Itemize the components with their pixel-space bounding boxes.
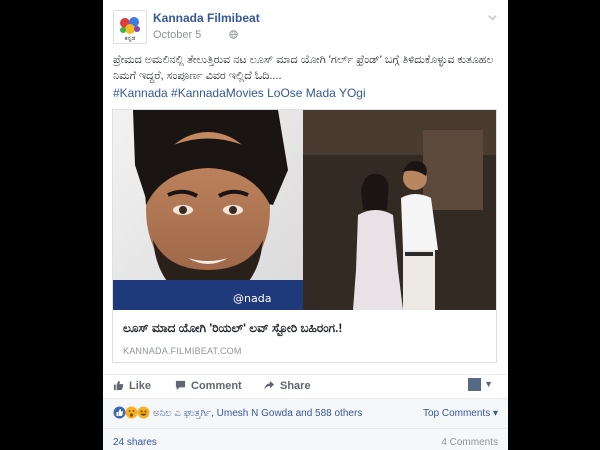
reactions-summary-text: Umesh N Gowda and 588 others xyxy=(216,408,363,419)
post-text: ಪ್ರೇಮದ ಅಮಲಿನಲ್ಲಿ ತೇಲುತ್ತಿರುವ ನಟ ಲೂಸ್ ಮಾದ… xyxy=(113,54,494,82)
actor-selector-avatar[interactable] xyxy=(468,378,481,391)
actor-selector-caret-icon[interactable]: ▼ xyxy=(484,379,493,389)
page-avatar[interactable]: ಕನ್ನಡ xyxy=(113,10,147,44)
like-label: Like xyxy=(129,380,152,392)
chevron-down-icon[interactable] xyxy=(487,12,498,23)
comment-button[interactable]: Comment xyxy=(175,380,242,392)
link-title[interactable]: ಲೂಸ್ ಮಾದ ಯೋಗಿ 'ರಿಯಲ್' ಲವ್ ಸ್ಟೋರಿ ಬಹಿರಂಗ.… xyxy=(123,321,342,336)
haha-reaction-icon xyxy=(137,406,150,419)
post-header: ಕನ್ನಡ Kannada Filmibeat October 5 xyxy=(113,10,498,46)
reaction-icons[interactable] xyxy=(113,406,151,419)
link-preview-image: @nada xyxy=(113,110,496,310)
image-watermark: @nada xyxy=(233,292,271,305)
globe-icon xyxy=(229,30,238,39)
avatar-label: ಕನ್ನಡ xyxy=(125,35,136,42)
page-name-link[interactable]: Kannada Filmibeat xyxy=(153,11,260,25)
thumbs-up-icon xyxy=(113,380,124,391)
post-actions: Like Comment Share ▼ xyxy=(103,374,508,397)
top-comments-dropdown[interactable]: Top Comments ▾ xyxy=(423,408,498,419)
reactions-prefix: ಅನಿಲ ಎ ಘುತ್ತರ್ಗಿ, xyxy=(153,408,214,419)
post-date[interactable]: October 5 xyxy=(153,29,201,41)
reactions-summary[interactable]: ಅನಿಲ ಎ ಘುತ್ತರ್ಗಿ, Umesh N Gowda and 588 … xyxy=(153,408,362,419)
share-button[interactable]: Share xyxy=(263,380,311,392)
post-card: ಕನ್ನಡ Kannada Filmibeat October 5 ಪ್ರೇಮದ… xyxy=(103,0,508,450)
filmibeat-logo-icon: ಕನ್ನಡ xyxy=(120,17,140,42)
post-footer: 24 shares 4 Comments xyxy=(103,428,508,450)
link-preview[interactable]: @nada ಲೂಸ್ ಮಾದ ಯೋಗಿ 'ರಿಯಲ್' ಲವ್ ಸ್ಟೋರಿ ಬ… xyxy=(112,109,497,363)
post-hashtags[interactable]: #Kannada #KannadaMovies LoOse Mada YOgi xyxy=(113,86,366,100)
share-icon xyxy=(264,380,275,390)
comment-label: Comment xyxy=(191,380,242,392)
like-button[interactable]: Like xyxy=(113,380,151,392)
reactions-bar: ಅನಿಲ ಎ ಘುತ್ತರ್ಗಿ, Umesh N Gowda and 588 … xyxy=(103,398,508,428)
comment-icon xyxy=(175,380,186,391)
shares-count[interactable]: 24 shares xyxy=(113,437,157,448)
link-domain: KANNADA.FILMIBEAT.COM xyxy=(123,346,242,356)
comments-count[interactable]: 4 Comments xyxy=(441,437,498,448)
share-label: Share xyxy=(280,380,311,392)
